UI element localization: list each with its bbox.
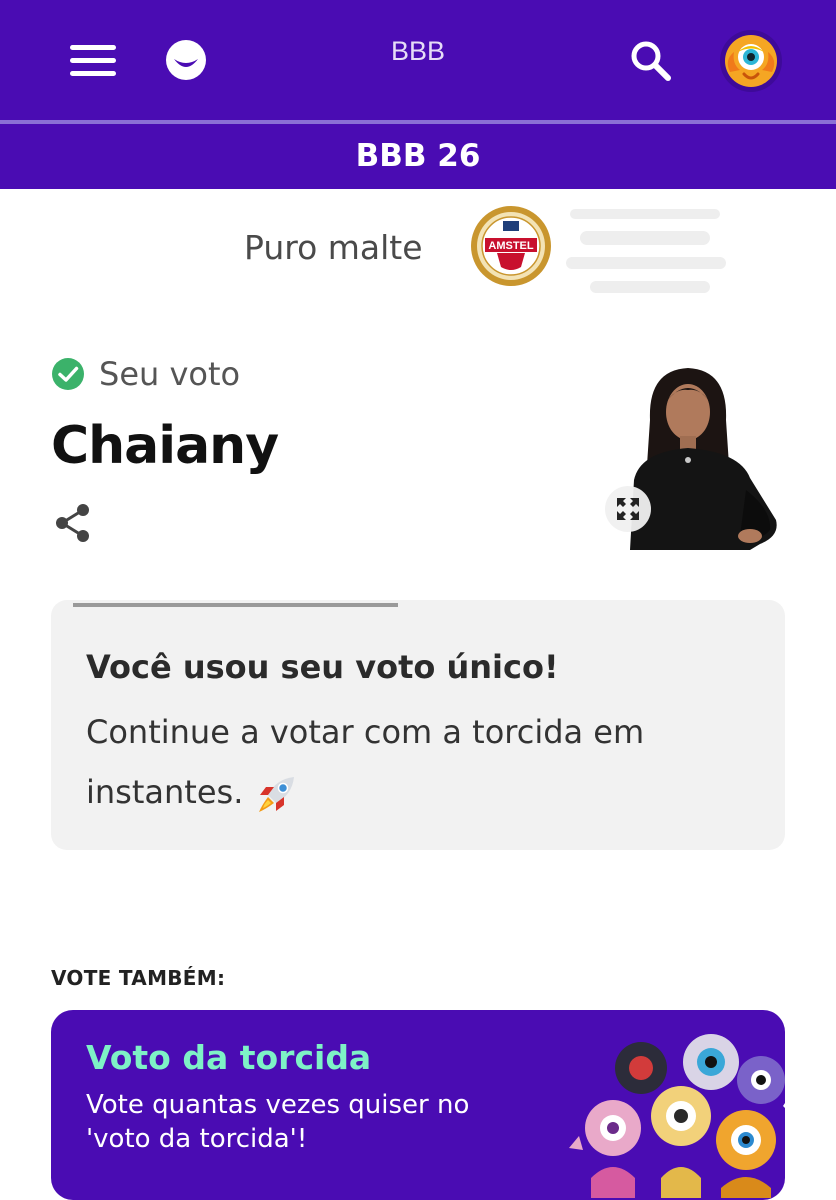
vote-confirmation-card: Você usou seu voto único! Continue a vot… <box>51 600 785 850</box>
expand-photo-button[interactable] <box>605 486 651 532</box>
top-bar: BBB <box>0 0 836 120</box>
vote-label: Seu voto <box>99 355 241 393</box>
card-title: Você usou seu voto único! <box>86 648 559 686</box>
section-bar: BBB 26 <box>0 120 836 189</box>
search-icon[interactable] <box>628 38 674 84</box>
menu-line-bottom <box>70 71 116 76</box>
section-title: BBB 26 <box>355 138 481 174</box>
also-vote-label: VOTE TAMBÉM: <box>51 966 226 990</box>
voto-da-torcida-card[interactable]: Voto da torcida Vote quantas vezes quise… <box>51 1010 785 1200</box>
app-title: BBB <box>390 36 446 66</box>
countdown-progress-bar <box>73 603 765 607</box>
expand-icon <box>617 498 639 520</box>
check-circle-icon <box>52 358 84 390</box>
card-body: Continue a votar com a torcida em instan… <box>86 702 726 822</box>
countdown-progress-fill <box>73 603 399 607</box>
candidate-name: Chaiany <box>51 416 279 476</box>
avatar[interactable] <box>720 30 782 92</box>
torcida-description: Vote quantas vezes quiser no 'voto da to… <box>86 1090 470 1154</box>
sponsor-tagline: Puro malte <box>244 228 423 267</box>
sponsor-faded-graphic <box>566 209 726 293</box>
amstel-logo-text: AMSTEL <box>488 240 534 252</box>
amstel-logo: AMSTEL <box>471 206 551 286</box>
rocket-icon <box>258 777 294 812</box>
bbb-mascots-illustration <box>569 1034 785 1198</box>
card-body-text: Continue a votar com a torcida em instan… <box>86 713 645 811</box>
share-icon[interactable] <box>54 503 92 543</box>
torcida-title: Voto da torcida <box>86 1038 372 1077</box>
bbb-eye-avatar-icon <box>725 35 777 87</box>
